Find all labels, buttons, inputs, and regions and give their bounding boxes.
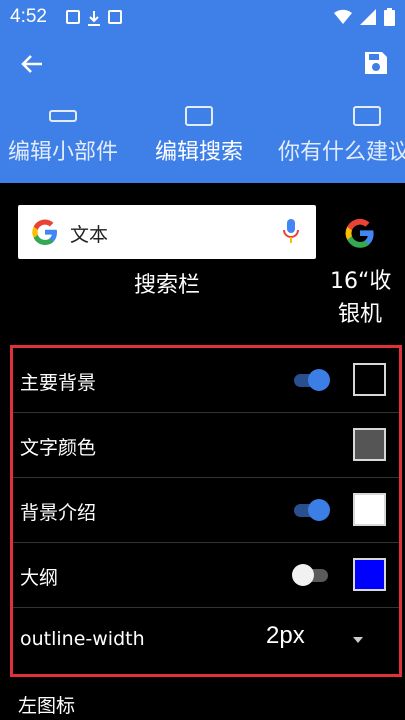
microphone-icon[interactable]	[282, 217, 300, 247]
background-intro-toggle[interactable]	[292, 499, 330, 521]
setting-row-text-color[interactable]: 文字颜色	[13, 413, 399, 478]
setting-row-main-background[interactable]: 主要背景	[13, 348, 399, 413]
system-icons	[334, 8, 395, 26]
text-color-swatch[interactable]	[353, 428, 386, 461]
google-g-icon	[345, 218, 374, 248]
search-text: 文本	[70, 224, 109, 246]
status-time: 4:52	[10, 6, 47, 27]
outline-color-swatch[interactable]	[353, 558, 386, 591]
search-layout-icon	[185, 106, 213, 126]
search-bar-preview[interactable]: 文本	[18, 205, 316, 259]
editor-content: 文本 搜索栏 16“收银机 主要背景 文字颜色 背景介绍 大纲 outline-…	[0, 183, 405, 720]
outline-toggle[interactable]	[292, 564, 330, 586]
search-bar-caption: 搜索栏	[133, 273, 200, 298]
app-a-icon	[108, 10, 122, 24]
setting-label: 左图标	[18, 695, 76, 717]
setting-label: outline-width	[20, 628, 145, 650]
setting-row-outline[interactable]: 大纲	[13, 543, 399, 608]
tab-edit-widget[interactable]: 编辑小部件	[8, 100, 118, 183]
download-icon	[87, 10, 101, 26]
tab-bar: 编辑小部件 编辑搜索 你有什么建议	[0, 100, 405, 183]
outline-width-dropdown[interactable]: 2px	[266, 622, 305, 650]
tab-edit-search[interactable]: 编辑搜索	[155, 100, 243, 183]
app-header: 4:52 编辑小部件 编辑搜索 你有什么建议	[0, 0, 405, 183]
google-g-icon	[32, 219, 57, 245]
main-background-color-swatch[interactable]	[353, 363, 386, 396]
setting-label: 主要背景	[20, 372, 97, 394]
side-widget-label: 16“收银机	[330, 269, 392, 327]
chevron-down-icon[interactable]	[353, 637, 363, 643]
background-intro-color-swatch[interactable]	[353, 493, 386, 526]
setting-label: 背景介绍	[20, 502, 97, 524]
signal-icon	[360, 9, 376, 25]
app-bar	[0, 36, 405, 92]
feedback-icon	[353, 106, 381, 126]
main-background-toggle[interactable]	[292, 369, 330, 391]
gallery-icon	[66, 10, 80, 24]
setting-label: 大纲	[20, 567, 59, 589]
setting-row-left-icon[interactable]: 左图标	[0, 683, 405, 720]
status-bar: 4:52	[0, 0, 405, 36]
notification-icons	[66, 10, 122, 26]
widget-icon	[49, 110, 77, 122]
settings-panel: 主要背景 文字颜色 背景介绍 大纲 outline-width 2px	[10, 345, 402, 677]
tab-label: 编辑搜索	[155, 140, 244, 165]
floppy-disk-icon[interactable]	[363, 50, 389, 76]
setting-row-outline-width[interactable]: outline-width 2px	[13, 608, 399, 673]
tab-suggestions[interactable]: 你有什么建议	[278, 100, 405, 183]
battery-icon	[384, 8, 395, 26]
arrow-left-icon[interactable]	[18, 50, 46, 78]
setting-label: 文字颜色	[20, 437, 97, 459]
wifi-icon	[334, 9, 352, 24]
tab-label: 编辑小部件	[8, 140, 119, 165]
setting-row-background-intro[interactable]: 背景介绍	[13, 478, 399, 543]
tab-label: 你有什么建议	[278, 140, 405, 165]
